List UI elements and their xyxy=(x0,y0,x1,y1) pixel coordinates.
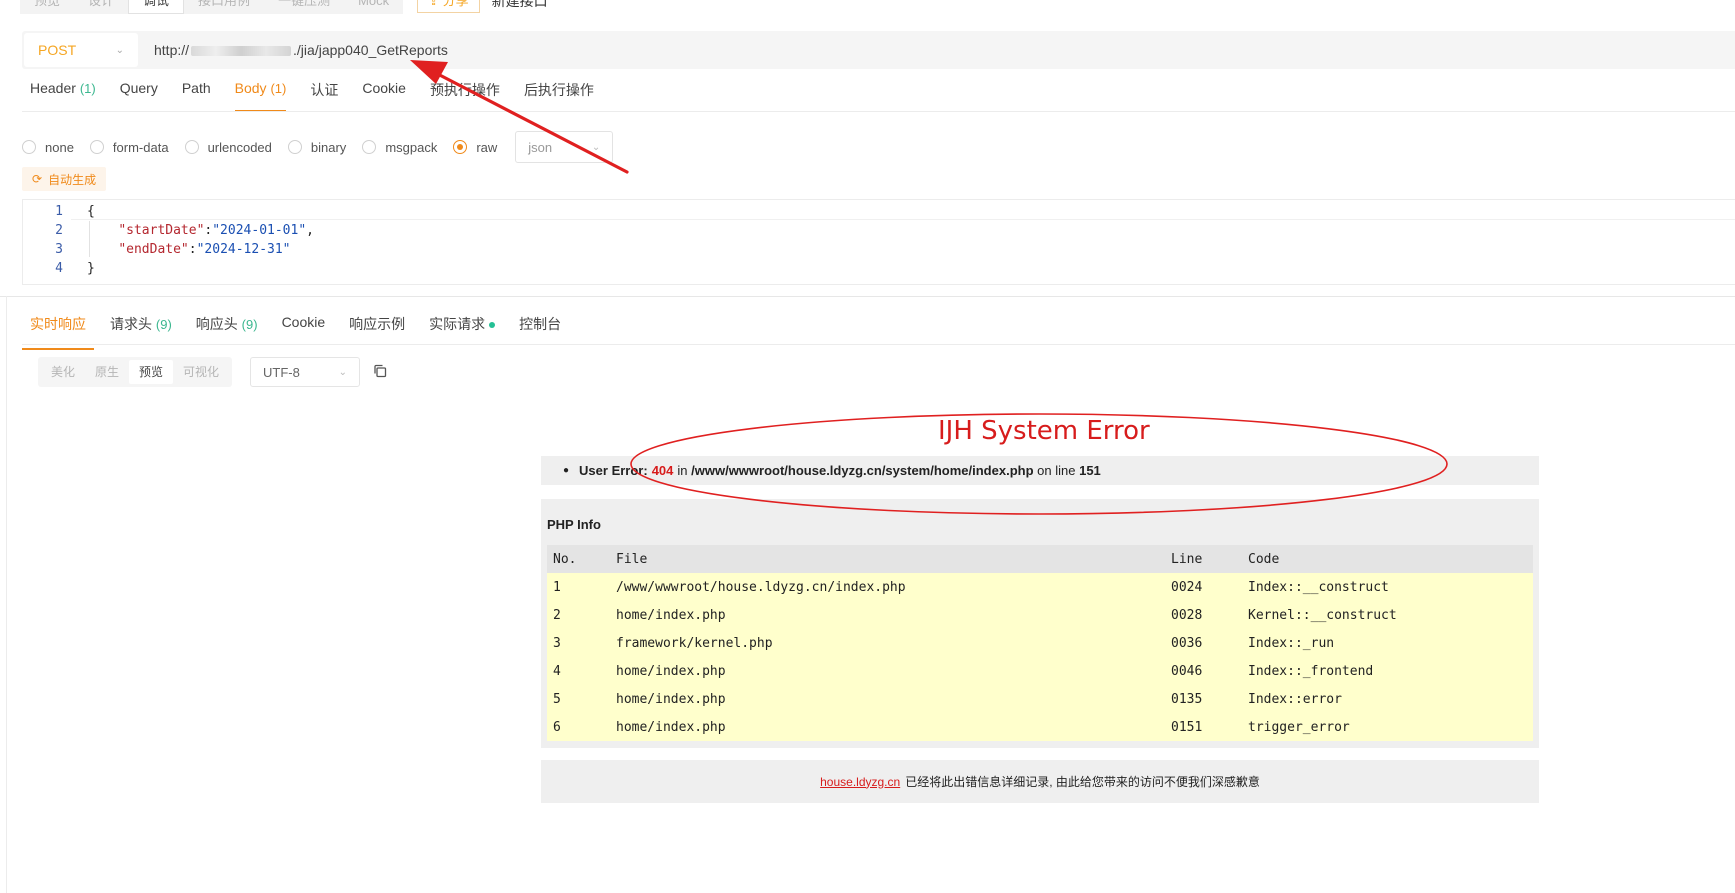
site-link[interactable]: house.ldyzg.cn xyxy=(820,775,900,789)
column-header: No. xyxy=(547,545,610,573)
view-mode-beautify[interactable]: 美化 xyxy=(41,360,85,384)
error-footer: house.ldyzg.cn 已经将此出错信息详细记录, 由此给您带来的访问不便… xyxy=(541,760,1539,803)
error-message: ● User Error: 404 in /www/wwwroot/house.… xyxy=(541,456,1539,485)
tab-header[interactable]: Header (1) xyxy=(30,80,96,111)
radio-circle-icon xyxy=(22,140,36,154)
radio-urlencoded[interactable]: urlencoded xyxy=(184,140,272,155)
bullet-icon: ● xyxy=(563,465,570,476)
column-header: File xyxy=(610,545,1165,573)
share-button[interactable]: ⇪ 分享 xyxy=(417,0,480,13)
tab-post-script[interactable]: 后执行操作 xyxy=(524,80,594,111)
method-select[interactable]: POST ⌄ xyxy=(24,33,138,67)
tab-load-test[interactable]: 一键压测 xyxy=(264,0,345,14)
tab-cookie[interactable]: Cookie xyxy=(362,80,406,111)
tab-pre-script[interactable]: 预执行操作 xyxy=(430,80,500,111)
view-mode-visualize[interactable]: 可视化 xyxy=(173,360,229,384)
radio-circle-icon xyxy=(287,140,302,154)
code-line: 3 "endDate":"2024-12-31" xyxy=(55,242,291,257)
panel-border xyxy=(6,296,7,893)
chevron-down-icon: ⌄ xyxy=(591,141,601,153)
code-line: 1{ xyxy=(55,204,95,219)
view-mode-raw[interactable]: 原生 xyxy=(85,360,129,384)
code-editor[interactable]: 1{ 2 "startDate":"2024-01-01", 3 "endDat… xyxy=(22,199,1735,285)
radio-raw[interactable]: raw xyxy=(453,140,497,155)
method-value: POST xyxy=(38,42,77,58)
chevron-down-icon: ⌄ xyxy=(115,44,124,56)
new-api-label: 新建接口 xyxy=(491,0,548,9)
table-row: 1/www/wwwroot/house.ldyzg.cn/index.php 00… xyxy=(547,573,1533,601)
redacted-host xyxy=(191,46,292,57)
table-row: 6 home/index.php 0151 trigger_error xyxy=(547,713,1533,741)
tab-test-cases[interactable]: 接口用例 xyxy=(184,0,265,14)
tab-debug[interactable]: 调试 xyxy=(128,0,185,14)
error-title: IJH System Error xyxy=(938,416,1150,446)
table-row: 2 home/index.php 0028 Kernel::__construct xyxy=(547,601,1533,629)
auto-generate-button[interactable]: ⟳ 自动生成 xyxy=(22,167,107,191)
request-tabs: Header (1) Query Path Body (1) 认证 Cookie… xyxy=(30,80,594,112)
radio-selected-icon xyxy=(453,140,468,154)
php-info-title: PHP Info xyxy=(547,517,601,532)
column-header: Code xyxy=(1242,545,1533,573)
radio-circle-icon xyxy=(362,140,377,154)
copy-icon[interactable] xyxy=(373,364,387,378)
table-row: 5 home/index.php 0135 Index::error xyxy=(547,685,1533,713)
status-dot-icon xyxy=(489,322,496,329)
view-mode-group: 美化 原生 预览 可视化 xyxy=(38,357,233,387)
tab-path[interactable]: Path xyxy=(182,80,211,111)
radio-circle-icon xyxy=(184,140,199,154)
radio-circle-icon xyxy=(89,140,104,154)
divider xyxy=(22,111,1735,112)
php-info-box: PHP Info No. File Line Code 1/www/wwwroo… xyxy=(541,499,1539,748)
code-line: 2 "startDate":"2024-01-01", xyxy=(55,223,314,238)
radio-form-data[interactable]: form-data xyxy=(89,140,169,155)
tab-preview[interactable]: 预览 xyxy=(20,0,75,14)
column-header: Line xyxy=(1165,545,1242,573)
tab-query[interactable]: Query xyxy=(120,80,158,111)
tab-design[interactable]: 设计 xyxy=(74,0,129,14)
url-bar: POST ⌄ http://./jia/japp040_GetReports xyxy=(22,31,1735,69)
code-line: 4} xyxy=(55,261,95,276)
error-code: 404 xyxy=(651,463,674,478)
tab-mock[interactable]: Mock xyxy=(344,0,404,14)
body-type-group: none form-data urlencoded binary msgpack… xyxy=(22,131,614,163)
top-tab-strip: 预览 设计 调试 接口用例 一键压测 Mock ⇪ 分享 新建接口 xyxy=(20,0,548,14)
table-row: 3 framework/kernel.php 0036 Index::_run xyxy=(547,629,1533,657)
body-format-select[interactable]: json ⌄ xyxy=(515,131,614,163)
stack-trace-table: No. File Line Code 1/www/wwwroot/house.l… xyxy=(547,545,1533,741)
view-mode-preview[interactable]: 预览 xyxy=(129,360,174,384)
panel-divider[interactable] xyxy=(0,296,1735,297)
url-input[interactable]: http://./jia/japp040_GetReports xyxy=(154,42,448,58)
tab-auth[interactable]: 认证 xyxy=(310,80,338,111)
chevron-down-icon: ⌄ xyxy=(338,366,347,378)
refresh-icon: ⟳ xyxy=(32,172,43,186)
table-header-row: No. File Line Code xyxy=(547,545,1533,573)
radio-msgpack[interactable]: msgpack xyxy=(362,140,437,155)
radio-none[interactable]: none xyxy=(22,140,74,155)
radio-binary[interactable]: binary xyxy=(287,140,346,155)
encoding-select[interactable]: UTF-8 ⌄ xyxy=(250,357,360,387)
table-row: 4 home/index.php 0046 Index::_frontend xyxy=(547,657,1533,685)
tab-body[interactable]: Body (1) xyxy=(234,80,286,112)
share-icon: ⇪ xyxy=(428,0,443,8)
divider xyxy=(22,344,1735,345)
